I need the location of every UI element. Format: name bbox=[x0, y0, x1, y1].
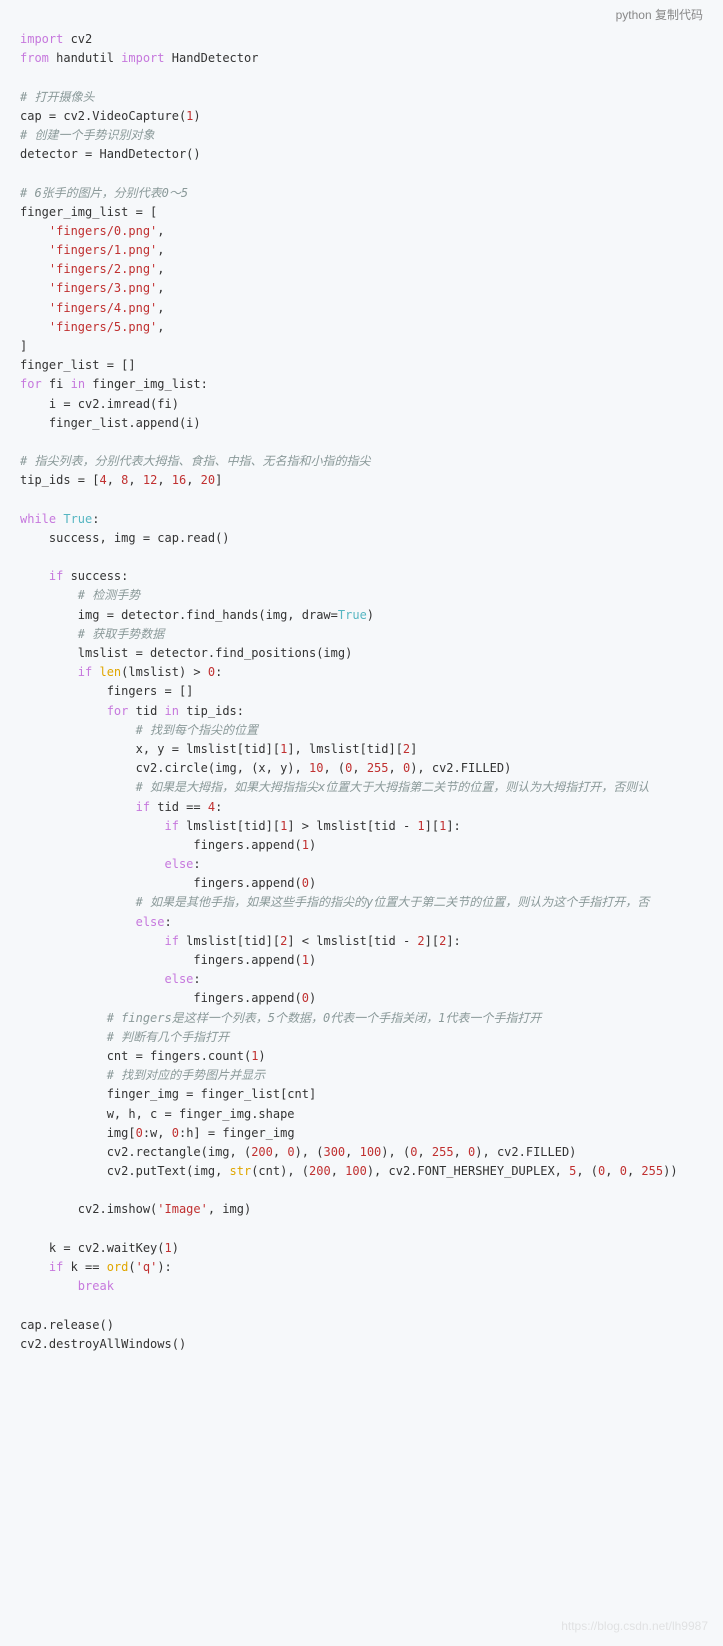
copy-code-link[interactable]: 复制代码 bbox=[655, 8, 703, 22]
watermark: https://blog.csdn.net/lh9987 bbox=[561, 1617, 708, 1636]
language-label: python bbox=[616, 8, 652, 22]
code-content: import cv2 from handutil import HandDete… bbox=[0, 0, 723, 1364]
code-block: python 复制代码 import cv2 from handutil imp… bbox=[0, 0, 723, 1646]
code-header: python 复制代码 bbox=[616, 6, 703, 25]
